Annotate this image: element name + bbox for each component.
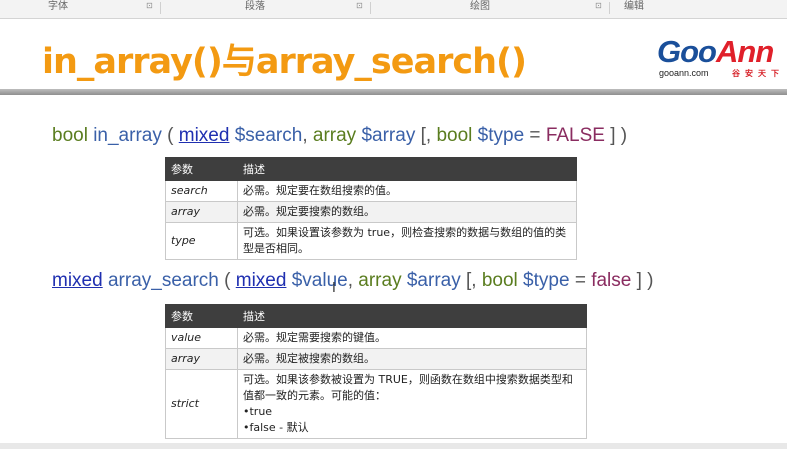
param-option: •true [243, 405, 273, 418]
param-name: type [165, 222, 238, 260]
sig-default-value: FALSE [545, 125, 605, 146]
table-row: search 必需。规定要在数组搜索的值。 [165, 180, 577, 202]
sig-param-type: bool [481, 270, 518, 291]
col-header-param: 参数 [165, 157, 238, 181]
sig-mixed-link[interactable]: mixed [236, 270, 287, 291]
ribbon-group-font[interactable]: 字体 [48, 0, 68, 12]
sig-default-value: false [591, 270, 632, 291]
ribbon-separator [370, 2, 371, 14]
sig-equals: = [574, 270, 586, 291]
col-header-param: 参数 [165, 304, 238, 328]
param-desc-cell: 可选。如果该参数被设置为 TRUE，则函数在数组中搜索数据类型和值都一致的元素。… [237, 369, 587, 439]
logo-mark: GooAnn [657, 35, 787, 69]
paragraph-dialog-launcher-icon[interactable]: ⊡ [356, 1, 363, 10]
table-row: array 必需。规定被搜索的数组。 [165, 348, 587, 370]
sig-comma: , [302, 125, 308, 146]
slide-title: in_array()与array_search() [42, 42, 527, 82]
table-row: value 必需。规定需要搜索的键值。 [165, 327, 587, 349]
logo-site: gooann.com [659, 68, 709, 78]
ribbon-group-drawing[interactable]: 绘图 [470, 0, 490, 12]
sig-mixed-link[interactable]: mixed [52, 270, 103, 291]
table-row: type 可选。如果设置该参数为 true，则检查搜索的数据与数组的值的类型是否… [165, 222, 577, 260]
param-name: array [165, 201, 238, 223]
logo-chinese: 谷安天下 [732, 69, 784, 78]
param-desc: 必需。规定要在数组搜索的值。 [237, 180, 577, 202]
sig-param: $type [523, 270, 570, 291]
sig-optional-open: [, [420, 125, 432, 146]
ribbon-group-editing[interactable]: 编辑 [624, 0, 644, 12]
param-desc: 必需。规定需要搜索的键值。 [237, 327, 587, 349]
logo-mark-goo: Goo [657, 34, 717, 69]
sig-paren: ( [224, 270, 231, 291]
param-desc: 可选。如果该参数被设置为 TRUE，则函数在数组中搜索数据类型和值都一致的元素。… [243, 373, 573, 402]
table-row: array 必需。规定要搜索的数组。 [165, 201, 577, 223]
sig-param-type: array [312, 125, 357, 146]
sig-equals: = [529, 125, 541, 146]
col-header-desc: 描述 [237, 304, 587, 328]
ribbon-separator [609, 2, 610, 14]
param-option: •false - 默认 [243, 421, 309, 434]
sig-paren: ( [167, 125, 174, 146]
sig-mixed-link[interactable]: mixed [179, 125, 230, 146]
sig-param: $type [477, 125, 525, 146]
table-row: strict 可选。如果该参数被设置为 TRUE，则函数在数组中搜索数据类型和值… [165, 369, 587, 439]
param-desc: 必需。规定要搜索的数组。 [237, 201, 577, 223]
sig-param: $search [234, 125, 303, 146]
sig-param: $array [361, 125, 416, 146]
sig-optional-open: [, [466, 270, 477, 291]
sig-param-type: array [358, 270, 402, 291]
ribbon-group-paragraph[interactable]: 段落 [245, 0, 265, 12]
param-desc: 必需。规定被搜索的数组。 [237, 348, 587, 370]
sig-param: $value [291, 270, 348, 291]
array-search-signature: mixed array_search ( mixed $value, array… [52, 270, 654, 292]
title-divider [0, 89, 787, 95]
drawing-dialog-launcher-icon[interactable]: ⊡ [595, 1, 602, 10]
array-search-params-table: 参数 描述 value 必需。规定需要搜索的键值。 array 必需。规定被搜索… [165, 304, 587, 439]
param-name: value [165, 327, 238, 349]
table-header-row: 参数 描述 [165, 304, 587, 328]
table-header-row: 参数 描述 [165, 157, 577, 181]
ribbon-toolbar: 字体 ⊡ 段落 ⊡ 绘图 ⊡ 编辑 [0, 0, 787, 19]
param-desc: 可选。如果设置该参数为 true，则检查搜索的数据与数组的值的类型是否相同。 [237, 222, 577, 260]
in-array-params-table: 参数 描述 search 必需。规定要在数组搜索的值。 array 必需。规定要… [165, 157, 577, 260]
sig-close: ] ) [610, 125, 628, 146]
param-name: search [165, 180, 238, 202]
sig-param-type: bool [436, 125, 473, 146]
sig-function-name: array_search [107, 270, 219, 291]
param-name: array [165, 348, 238, 370]
sig-comma: , [347, 270, 353, 291]
ribbon-separator [160, 2, 161, 14]
col-header-desc: 描述 [237, 157, 577, 181]
gooann-logo: GooAnn gooann.com 谷安天下 [657, 35, 787, 80]
sig-function-name: in_array [93, 125, 162, 146]
logo-mark-ann: Ann [716, 34, 774, 69]
sig-return-type: bool [52, 125, 88, 146]
font-dialog-launcher-icon[interactable]: ⊡ [146, 1, 153, 10]
sig-close: ] ) [636, 270, 654, 291]
in-array-signature: bool in_array ( mixed $search, array $ar… [52, 125, 627, 147]
horizontal-scrollbar[interactable] [0, 443, 787, 449]
param-name: strict [165, 369, 238, 439]
sig-param: $array [406, 270, 461, 291]
slide-canvas[interactable]: in_array()与array_search() GooAnn gooann.… [0, 19, 787, 449]
text-cursor-icon: I [332, 281, 336, 296]
